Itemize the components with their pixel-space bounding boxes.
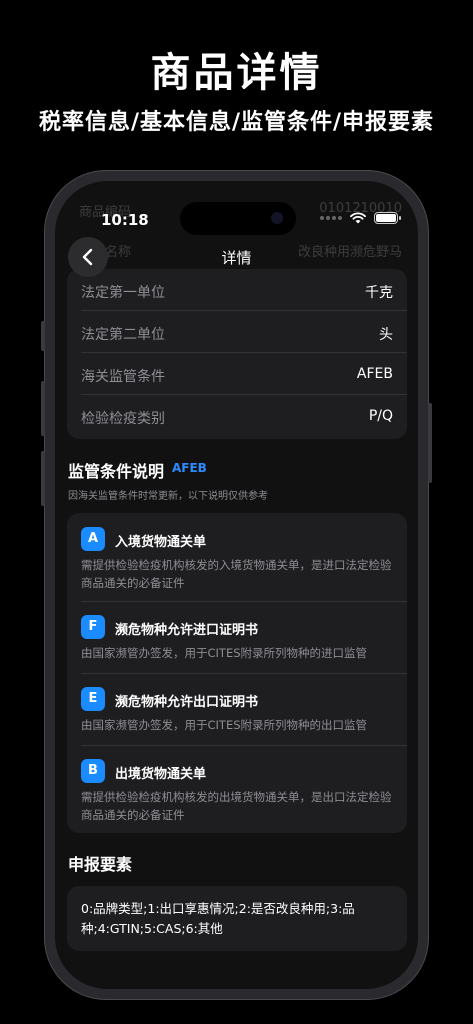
back-button[interactable] [68, 237, 108, 277]
info-label: 检验检疫类别 [81, 411, 165, 427]
mute-switch [41, 321, 45, 351]
condition-title: 濒危物种允许出口证明书 [115, 695, 259, 710]
conditions-note: 因海关监管条件时常更新，以下说明仅供参考 [68, 491, 268, 502]
info-value: AFEB [356, 366, 393, 382]
promo-title: 商品详情 [150, 50, 323, 96]
condition-title: 出境货物通关单 [115, 767, 207, 782]
volume-up-button [41, 381, 45, 436]
info-row-inspection: 检验检疫类别 P/Q [67, 395, 407, 437]
battery-icon [374, 212, 401, 224]
chevron-left-icon [82, 248, 93, 266]
condition-badge: A [81, 527, 105, 551]
info-value: 头 [379, 327, 393, 343]
info-row-supervision: 海关监管条件 AFEB [67, 353, 407, 395]
status-time: 10:18 [101, 211, 149, 229]
info-value: 千克 [365, 285, 393, 301]
dynamic-island [180, 202, 296, 235]
wifi-icon [350, 212, 366, 224]
nav-title: 详情 [221, 249, 252, 267]
condition-title: 濒危物种允许进口证明书 [115, 623, 259, 638]
divider [81, 745, 407, 746]
condition-badge: B [81, 759, 105, 783]
declaration-card: 0:品牌类型;1:出口享惠情况;2:是否改良种用;3:品种;4:GTIN;5:C… [67, 886, 407, 951]
condition-desc: 需提供检验检疫机构核发的出境货物通关单，是出口法定检验商品通关的必备证件 [81, 790, 392, 822]
status-icons [320, 212, 401, 224]
info-row-second-unit: 法定第二单位 头 [67, 311, 407, 353]
conditions-card: A 入境货物通关单 需提供检验检疫机构核发的入境货物通关单，是进口法定检验商品通… [67, 513, 407, 833]
info-row-first-unit: 法定第一单位 千克 [67, 269, 407, 311]
condition-badge: F [81, 615, 105, 639]
basic-info-card: 法定第一单位 千克 法定第二单位 头 海关监管条件 AFEB 检验检疫类别 P/… [67, 269, 407, 439]
conditions-code: AFEB [172, 461, 207, 475]
phone-frame: 商品编码 0101210010 商品名称 改良种用濒危野马 10:18 详情 法… [41, 170, 432, 1000]
divider [81, 601, 407, 602]
cellular-signal-icon [320, 216, 342, 220]
condition-title: 入境货物通关单 [115, 535, 207, 550]
volume-down-button [41, 451, 45, 506]
info-value: P/Q [368, 408, 393, 424]
divider [81, 673, 407, 674]
condition-desc: 需提供检验检疫机构核发的入境货物通关单，是进口法定检验商品通关的必备证件 [81, 558, 392, 590]
condition-badge: E [81, 687, 105, 711]
info-label: 海关监管条件 [81, 369, 165, 385]
declaration-text: 0:品牌类型;1:出口享惠情况;2:是否改良种用;3:品种;4:GTIN;5:C… [81, 901, 355, 936]
condition-desc: 由国家濒管办签发，用于CITES附录所列物种的出口监管 [81, 718, 368, 732]
declaration-title: 申报要素 [68, 855, 133, 874]
conditions-title: 监管条件说明 [68, 462, 165, 481]
info-label: 法定第二单位 [81, 327, 165, 343]
app-screen: 商品编码 0101210010 商品名称 改良种用濒危野马 10:18 详情 法… [55, 181, 418, 989]
condition-desc: 由国家濒管办签发，用于CITES附录所列物种的进口监管 [81, 646, 368, 660]
promo-subtitle: 税率信息/基本信息/监管条件/申报要素 [38, 110, 435, 135]
power-button [428, 403, 432, 483]
camera-icon [271, 212, 283, 224]
info-label: 法定第一单位 [81, 285, 165, 301]
